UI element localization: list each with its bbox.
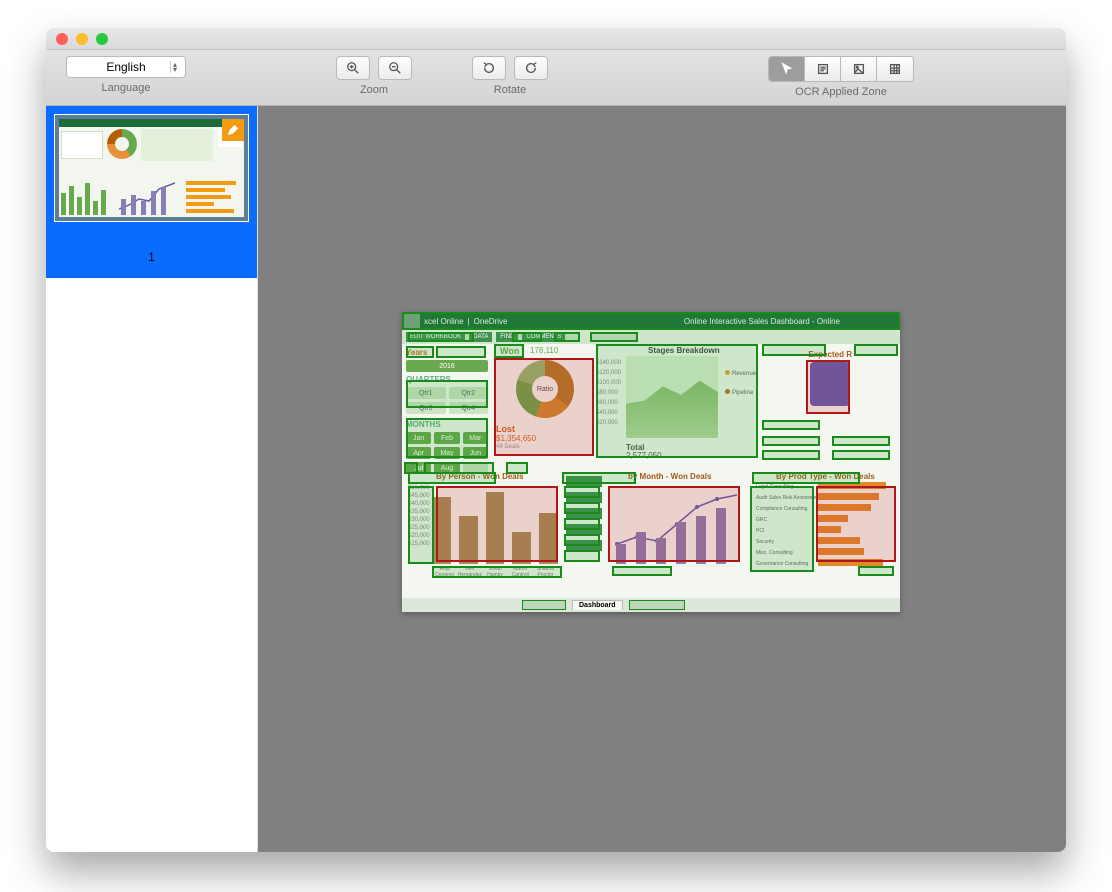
sheet-tab-dashboard: Dashboard (572, 600, 623, 610)
main-area: 1 xcel Online | OneDrive Online Interact… (46, 106, 1066, 852)
dashboard-body: Years 2016 QUARTERS Qtr1 Qtr2 Qtr3 Qtr4 … (402, 344, 900, 598)
rotate-left-button[interactable] (472, 56, 506, 80)
ocr-zone[interactable] (858, 566, 894, 576)
year-button: 2016 (406, 360, 488, 372)
language-value: English (106, 60, 145, 74)
close-window-button[interactable] (56, 33, 68, 45)
ocr-zone[interactable] (762, 420, 820, 430)
ocr-zone[interactable] (406, 346, 434, 358)
ocr-zone[interactable] (522, 600, 566, 610)
page-thumbnail (54, 114, 249, 222)
app-window: English ▴▾ Language Zoom (46, 28, 1066, 852)
rotate-right-icon (524, 61, 538, 75)
ocr-zone[interactable] (512, 332, 542, 342)
ocr-zone-image[interactable] (608, 486, 740, 562)
rotate-label: Rotate (494, 84, 526, 96)
ocr-zone[interactable] (408, 332, 474, 342)
ocr-zone[interactable] (612, 566, 672, 576)
ocr-zone[interactable] (562, 472, 636, 484)
zoom-group: Zoom (336, 56, 412, 96)
language-label: Language (102, 82, 151, 94)
ocr-zone-text-button[interactable] (805, 57, 841, 81)
ocr-zone[interactable] (408, 486, 434, 564)
zoom-label: Zoom (360, 84, 388, 96)
ocr-zone[interactable] (432, 566, 562, 578)
ocr-zone-image-button[interactable] (841, 57, 877, 81)
maximize-window-button[interactable] (96, 33, 108, 45)
rotate-left-icon (482, 61, 496, 75)
ocr-zone[interactable] (832, 436, 890, 446)
sheet-tabs: Dashboard (402, 598, 900, 612)
ocr-zone-label: OCR Applied Zone (795, 86, 887, 98)
ocr-zone[interactable] (408, 472, 496, 484)
ocr-zone-pointer-button[interactable] (769, 57, 805, 81)
ocr-zone[interactable] (554, 332, 580, 342)
rotate-group: Rotate (472, 56, 548, 96)
ocr-zone-image[interactable] (816, 486, 896, 562)
pointer-icon (780, 62, 794, 76)
excel-ribbon: EDIT WORKBOOK DATA FIND COMMENTS (402, 330, 900, 344)
titlebar (46, 28, 1066, 50)
toolbar: English ▴▾ Language Zoom (46, 50, 1066, 106)
ocr-zone[interactable] (564, 518, 600, 530)
ocr-zone[interactable] (629, 600, 685, 610)
ocr-zone[interactable] (564, 486, 600, 498)
rotate-right-button[interactable] (514, 56, 548, 80)
ocr-zone[interactable] (762, 450, 820, 460)
zoom-out-icon (388, 61, 402, 75)
ocr-zone[interactable] (564, 502, 600, 514)
page-number: 1 (54, 250, 249, 264)
ocr-zone[interactable] (564, 534, 600, 546)
ocr-zone[interactable] (762, 436, 820, 446)
zoom-in-icon (346, 61, 360, 75)
ocr-zone-image[interactable] (806, 360, 850, 414)
minimize-window-button[interactable] (76, 33, 88, 45)
ocr-zone[interactable] (752, 472, 860, 484)
by-month-title: by Month - Won Deals (628, 472, 711, 481)
zoom-out-button[interactable] (378, 56, 412, 80)
language-group: English ▴▾ Language (66, 56, 186, 94)
text-zone-icon (816, 62, 830, 76)
ocr-zone[interactable] (590, 332, 638, 342)
thumb-edit-icon (222, 119, 244, 141)
ocr-zone-group: OCR Applied Zone (768, 56, 914, 98)
ocr-zone-header[interactable] (402, 312, 900, 330)
thumbnail-sidebar: 1 (46, 106, 258, 852)
ocr-zone[interactable] (436, 346, 486, 358)
ocr-zone[interactable] (832, 450, 890, 460)
document-preview: xcel Online | OneDrive Online Interactiv… (402, 312, 900, 612)
won-value: 178,110 (530, 346, 558, 355)
ocr-zone[interactable] (406, 418, 488, 458)
language-select[interactable]: English ▴▾ (66, 56, 186, 78)
image-zone-icon (852, 62, 866, 76)
ocr-zone-image[interactable] (436, 486, 558, 562)
ocr-zone[interactable] (762, 344, 826, 356)
ocr-zone-image[interactable] (494, 358, 594, 456)
thumb-donut-icon (107, 129, 137, 159)
table-zone-icon (888, 62, 902, 76)
ocr-zone[interactable] (406, 380, 488, 408)
ocr-zone-segmented (768, 56, 914, 82)
ocr-zone[interactable] (854, 344, 898, 356)
thumbnail-selected[interactable]: 1 (46, 106, 257, 278)
ocr-zone[interactable] (596, 344, 758, 458)
preview-canvas[interactable]: xcel Online | OneDrive Online Interactiv… (258, 106, 1066, 852)
ocr-zone-table-button[interactable] (877, 57, 913, 81)
ocr-zone[interactable] (494, 344, 524, 358)
ocr-zone[interactable] (750, 486, 814, 572)
ocr-zone[interactable] (564, 550, 600, 562)
dropdown-arrows-icon: ▴▾ (173, 62, 177, 72)
zoom-in-button[interactable] (336, 56, 370, 80)
